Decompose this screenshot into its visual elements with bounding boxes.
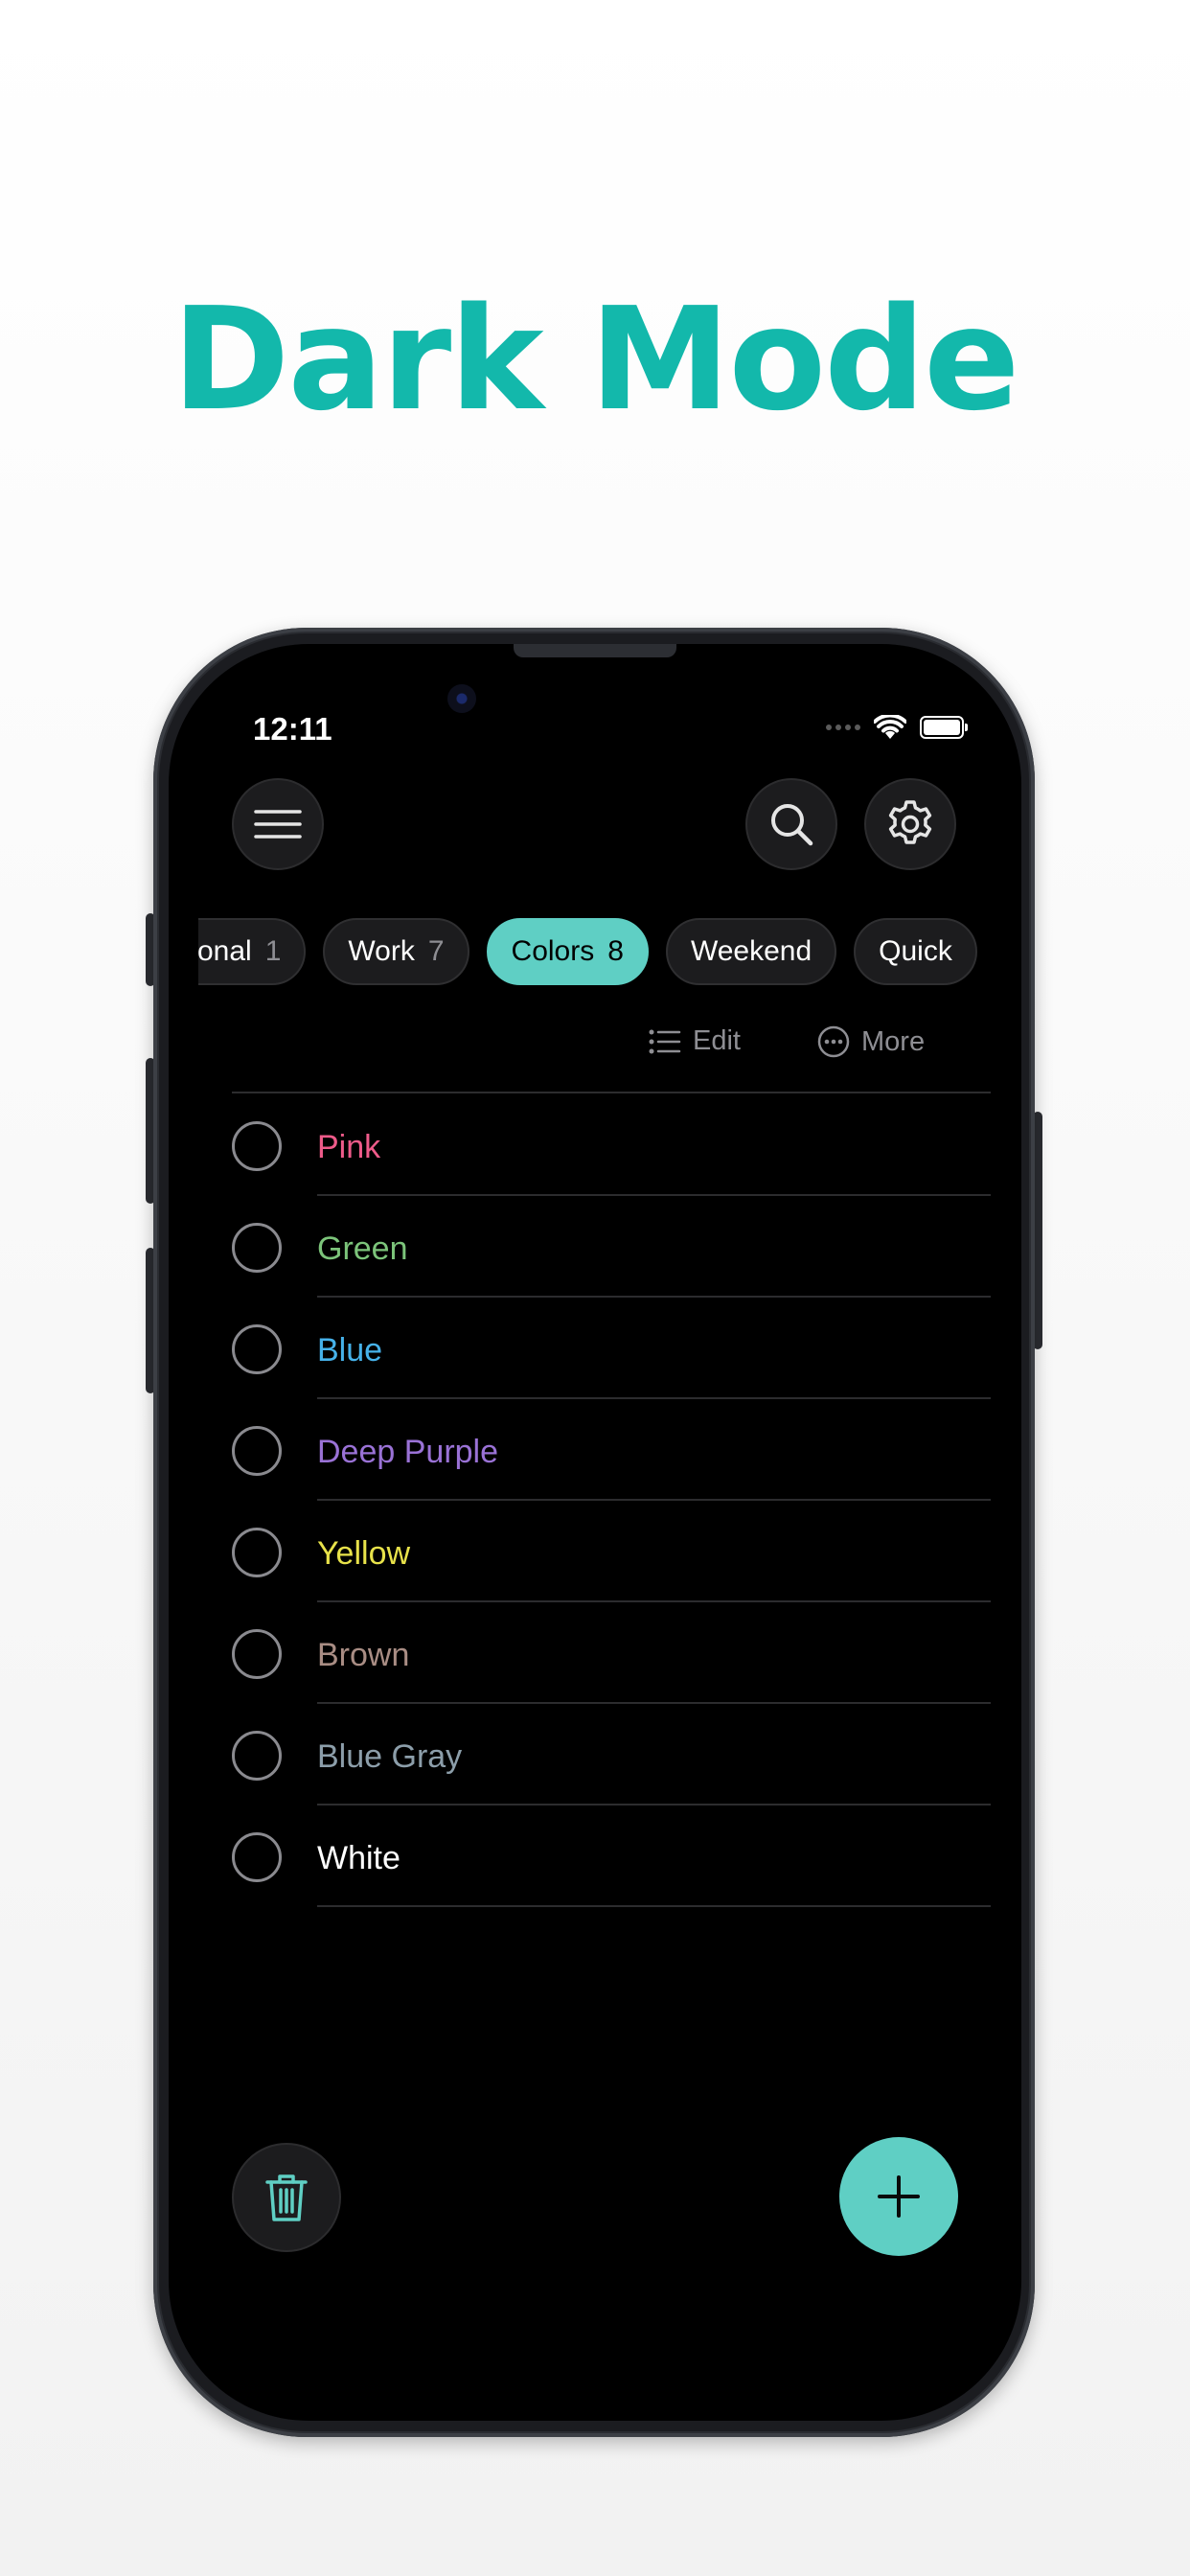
list-item[interactable]: Pink (232, 1094, 991, 1196)
edit-label: Edit (693, 1025, 741, 1056)
trash-button[interactable] (232, 2143, 341, 2252)
chip-weekend[interactable]: Weekend (665, 918, 837, 985)
search-button[interactable] (745, 778, 837, 870)
list-item[interactable]: Blue (232, 1298, 991, 1399)
item-label: Blue (317, 1332, 383, 1368)
chip-label: Weekend (690, 935, 812, 967)
list-item[interactable]: Deep Purple (232, 1399, 991, 1501)
add-task-button[interactable] (839, 2137, 958, 2256)
list-item[interactable]: Green (232, 1196, 991, 1298)
list-top-divider (232, 1092, 991, 1093)
chip-label: Colors (511, 935, 595, 967)
item-label: Blue Gray (317, 1738, 463, 1775)
chip-colors[interactable]: Colors 8 (486, 918, 649, 985)
checkbox[interactable] (232, 1629, 282, 1679)
plus-icon (878, 2175, 920, 2218)
status-indicators (826, 715, 968, 740)
trash-icon (265, 2174, 308, 2221)
chip-count: 1 (264, 935, 282, 967)
chip-quick[interactable]: Quick (854, 918, 977, 985)
chip-work[interactable]: Work 7 (323, 918, 469, 985)
battery-icon (920, 716, 968, 739)
ellipsis-circle-icon (817, 1025, 850, 1058)
list-item[interactable]: Yellow (232, 1501, 991, 1602)
more-button[interactable]: More (817, 1025, 925, 1058)
checkbox[interactable] (232, 1832, 282, 1882)
settings-button[interactable] (864, 778, 956, 870)
page-headline: Dark Mode (172, 277, 1020, 442)
item-label: Brown (317, 1637, 410, 1673)
list-icon (649, 1029, 681, 1053)
item-label: White (317, 1840, 400, 1876)
category-chips: rsonal 1 Work 7 Colors 8 Weekend Quick (198, 918, 992, 987)
hamburger-menu-icon (254, 810, 302, 839)
status-time: 12:11 (253, 711, 332, 747)
wifi-icon (874, 715, 906, 739)
signal-dots-icon (826, 724, 860, 730)
earpiece-speaker (514, 644, 676, 657)
chip-label: Quick (879, 935, 952, 967)
checkbox[interactable] (232, 1223, 282, 1273)
menu-button[interactable] (232, 778, 324, 870)
list-item[interactable]: Brown (232, 1602, 991, 1704)
chip-label: Work (348, 935, 415, 967)
gear-icon (888, 800, 932, 844)
list-item[interactable]: White (232, 1806, 991, 1907)
item-label: Deep Purple (317, 1434, 499, 1470)
chip-personal[interactable]: rsonal 1 (198, 918, 307, 985)
checkbox[interactable] (232, 1121, 282, 1171)
chip-count: 8 (607, 935, 624, 967)
checkbox[interactable] (232, 1426, 282, 1476)
edit-button[interactable]: Edit (649, 1025, 741, 1057)
item-label: Green (317, 1230, 408, 1267)
search-icon (771, 804, 813, 846)
checkbox[interactable] (232, 1731, 282, 1781)
list-item[interactable]: Blue Gray (232, 1704, 991, 1806)
item-label: Yellow (317, 1535, 411, 1572)
item-label: Pink (317, 1129, 381, 1165)
chip-count: 7 (427, 935, 445, 967)
more-label: More (861, 1025, 926, 1057)
checkbox[interactable] (232, 1528, 282, 1577)
chip-label: rsonal (198, 935, 252, 967)
checkbox[interactable] (232, 1324, 282, 1374)
front-camera (447, 684, 476, 713)
